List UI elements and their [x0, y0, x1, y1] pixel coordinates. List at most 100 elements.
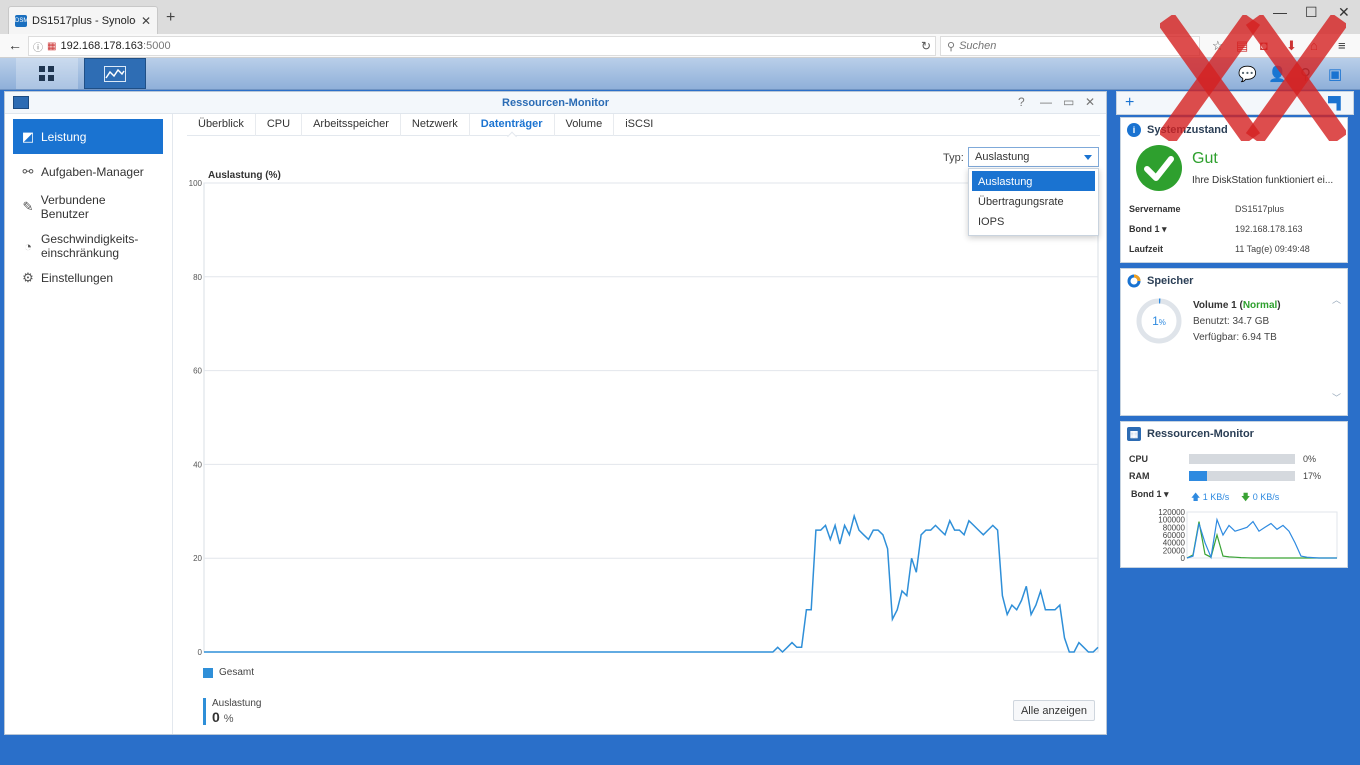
system-health-header: i Systemzustand	[1121, 118, 1347, 142]
volume-free: Verfügbar: 6.94 TB	[1193, 332, 1277, 343]
grid-icon	[39, 65, 54, 81]
widget-title: Ressourcen-Monitor	[1147, 428, 1254, 440]
legend-label: Gesamt	[219, 667, 255, 678]
main-menu-button[interactable]	[16, 58, 78, 89]
sidebar-item-label: Aufgaben-Manager	[41, 165, 144, 179]
network-bond-select[interactable]: Bond 1 ▾	[1131, 489, 1169, 500]
search-input[interactable]	[959, 40, 1193, 52]
chat-icon[interactable]: 💬	[1238, 65, 1257, 83]
reload-icon[interactable]: ↻	[921, 39, 931, 53]
bookmark-icon[interactable]: ☆	[1212, 38, 1224, 54]
type-select[interactable]: Auslastung	[968, 147, 1099, 167]
y-tick-label: 20	[193, 554, 202, 563]
widget-title: Speicher	[1147, 275, 1194, 287]
ip-value: 192.168.178.163	[1235, 224, 1303, 234]
uptime-value: 11 Tag(e) 09:49:48	[1235, 244, 1310, 254]
storage-ring-icon	[1127, 274, 1141, 288]
type-option-auslastung[interactable]: Auslastung	[972, 171, 1095, 191]
sidebar-item-aufgaben-manager[interactable]: ⚯ Aufgaben-Manager	[13, 161, 163, 183]
y-tick-label: 100	[189, 179, 203, 188]
type-option-uebertragungsrate[interactable]: Übertragungsrate	[972, 191, 1095, 211]
window-close-icon[interactable]: ✕	[1085, 95, 1095, 109]
maximize-icon[interactable]: ☐	[1305, 4, 1318, 21]
upload-arrow-icon: 🡅	[1191, 492, 1201, 502]
menu-icon[interactable]: ≡	[1338, 38, 1346, 53]
sidebar-item-geschwindigkeitseinschraenkung[interactable]: ◔ Geschwindigkeits-einschränkung	[13, 230, 163, 262]
back-icon[interactable]: ←	[8, 37, 22, 53]
sidebar: ◩ Leistung ⚯ Aufgaben-Manager ✎ Verbunde…	[5, 114, 173, 734]
ram-label: RAM	[1129, 471, 1150, 481]
download-rate: 🡇 0 KB/s	[1241, 492, 1280, 502]
speed-limit-icon: ◔	[24, 238, 32, 254]
volume-name: Volume 1 (Normal)	[1193, 300, 1281, 311]
tab-iscsi[interactable]: iSCSI	[614, 114, 664, 136]
window-minimize-icon[interactable]: —	[1040, 95, 1052, 109]
chevron-up-icon[interactable]: ︿	[1332, 293, 1341, 306]
minimize-icon[interactable]: —	[1273, 4, 1287, 20]
bond-select[interactable]: Bond 1 ▾	[1129, 224, 1167, 235]
pocket-icon[interactable]: ◘	[1260, 38, 1268, 53]
current-value: 0 %	[212, 709, 234, 725]
chart-legend: Gesamt	[203, 667, 254, 678]
current-value-label: Auslastung	[212, 698, 262, 709]
chart-icon: ◩	[21, 128, 35, 144]
browser-search-box[interactable]: ⚲	[940, 36, 1200, 56]
type-option-iops[interactable]: IOPS	[972, 211, 1095, 231]
browser-tab-title: DS1517plus - Synology DiskS	[32, 14, 136, 27]
plot-area	[203, 182, 1099, 653]
cpu-value: 0%	[1303, 454, 1317, 464]
search-icon: ⚲	[947, 40, 956, 53]
close-tab-icon[interactable]: ✕	[141, 14, 151, 28]
monitor-chart-icon	[104, 65, 126, 82]
type-select-value: Auslastung	[975, 151, 1030, 163]
widget-title: Systemzustand	[1147, 124, 1228, 136]
url-bar[interactable]: ⓘ ▦ 192.168.178.163:5000 ↻	[28, 36, 936, 56]
sidebar-item-verbundene-benutzer[interactable]: ✎ Verbundene Benutzer	[13, 193, 163, 221]
help-icon[interactable]: ?	[1018, 95, 1025, 109]
library-icon[interactable]: ▤	[1236, 38, 1248, 54]
show-all-button[interactable]: Alle anzeigen	[1013, 700, 1095, 721]
home-icon[interactable]: ⌂	[1310, 38, 1318, 53]
resource-monitor-taskbar-button[interactable]	[84, 58, 146, 89]
close-window-icon[interactable]: ✕	[1338, 4, 1350, 21]
sidebar-item-einstellungen[interactable]: ⚙ Einstellungen	[13, 267, 163, 289]
gear-icon: ⚙	[22, 270, 34, 285]
browser-nav-bar: ← ⓘ ▦ 192.168.178.163:5000 ↻ ⚲ ☆ ▤ ◘ ⬇ ⌂…	[0, 34, 1360, 58]
tasks-icon: ⚯	[22, 164, 34, 179]
checkmark-icon	[1136, 145, 1182, 191]
download-icon[interactable]: ⬇	[1286, 38, 1297, 54]
browser-tab[interactable]: DSM DS1517plus - Synology DiskS ✕	[8, 6, 158, 34]
lock-warning-icon: ▦	[47, 40, 57, 52]
tab-datentraeger[interactable]: Datenträger	[470, 114, 555, 136]
widgets-icon[interactable]: ▣	[1328, 65, 1342, 83]
new-tab-icon[interactable]: +	[166, 9, 175, 27]
upload-rate: 🡅 1 KB/s	[1191, 492, 1230, 502]
ram-bar	[1189, 471, 1295, 481]
download-arrow-icon: 🡇	[1241, 492, 1251, 502]
dsm-taskbar: 💬 👤 ⚲ ▣	[0, 58, 1360, 90]
pin-icon[interactable]: ▀▌	[1328, 96, 1345, 110]
sidebar-item-leistung[interactable]: ◩ Leistung	[13, 119, 163, 154]
tab-netzwerk[interactable]: Netzwerk	[401, 114, 470, 136]
tab-ueberblick[interactable]: Überblick	[187, 114, 256, 136]
system-status: Gut	[1192, 150, 1218, 167]
y-tick-label: 0	[198, 648, 203, 657]
storage-percent: 1%	[1152, 314, 1166, 328]
sidebar-item-label: Einstellungen	[41, 271, 114, 285]
tab-volume[interactable]: Volume	[555, 114, 615, 136]
favicon-icon: DSM	[15, 14, 28, 27]
sidebar-item-label: Verbundene Benutzer	[40, 193, 106, 221]
info-icon[interactable]: ⓘ	[33, 39, 43, 54]
chevron-down-icon[interactable]: ﹀	[1332, 391, 1341, 404]
add-widget-icon[interactable]: +	[1125, 94, 1134, 112]
tab-arbeitsspeicher[interactable]: Arbeitsspeicher	[302, 114, 401, 136]
user-icon[interactable]: 👤	[1268, 65, 1287, 83]
mini-y-tick-label: 0	[1181, 554, 1186, 562]
tab-cpu[interactable]: CPU	[256, 114, 303, 136]
tab-bar: Überblick CPU Arbeitsspeicher Netzwerk D…	[187, 114, 1100, 136]
resource-monitor-window: Ressourcen-Monitor ? — ▭ ✕ ◩ Leistung ⚯ …	[4, 91, 1107, 735]
search-icon[interactable]: ⚲	[1300, 65, 1311, 83]
ram-bar-fill	[1189, 471, 1208, 481]
mini-plot-area	[1186, 511, 1338, 559]
window-maximize-icon[interactable]: ▭	[1063, 95, 1074, 109]
